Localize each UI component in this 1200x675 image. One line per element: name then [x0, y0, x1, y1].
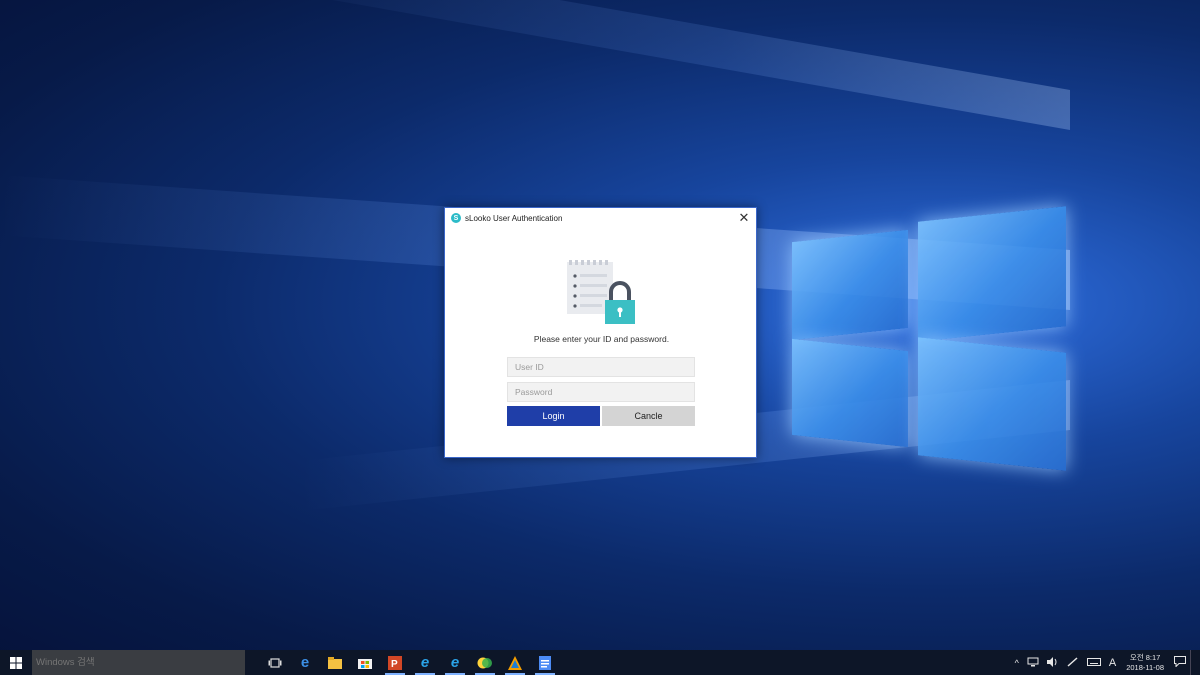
internet-explorer-icon[interactable]: e	[440, 650, 470, 675]
edge-icon[interactable]: e	[290, 650, 320, 675]
system-tray: ^ A 오전 8:17 2018-11-08	[1011, 650, 1200, 675]
windows-search-box[interactable]	[32, 650, 245, 675]
windows-logo-pane	[918, 206, 1066, 342]
user-id-field[interactable]	[507, 357, 695, 377]
chat-app-icon[interactable]	[470, 650, 500, 675]
clock-date: 2018-11-08	[1126, 662, 1164, 672]
document-lock-icon	[567, 260, 635, 324]
cancel-button[interactable]: Cancle	[602, 406, 695, 426]
search-input[interactable]	[36, 657, 236, 668]
login-button[interactable]: Login	[507, 406, 600, 426]
close-button[interactable]: ✕	[736, 210, 752, 226]
internet-explorer-icon[interactable]: e	[410, 650, 440, 675]
ime-indicator[interactable]: A	[1109, 657, 1116, 669]
volume-icon[interactable]	[1046, 656, 1059, 669]
pen-icon[interactable]	[1067, 656, 1079, 669]
notification-icon[interactable]	[1174, 656, 1186, 669]
windows-logo-pane	[792, 229, 908, 341]
login-prompt: Please enter your ID and password.	[533, 334, 670, 344]
show-desktop-button[interactable]	[1190, 650, 1200, 675]
start-button[interactable]	[0, 650, 32, 675]
keyboard-icon[interactable]	[1086, 657, 1101, 669]
windows-logo-pane	[792, 338, 908, 448]
authentication-dialog: S sLooko User Authentication ✕ Please en…	[444, 207, 757, 458]
network-icon[interactable]	[1027, 657, 1039, 669]
windows-start-icon	[10, 656, 22, 669]
paint-app-icon[interactable]	[500, 650, 530, 675]
password-field[interactable]	[507, 382, 695, 402]
clock-time: 오전 8:17	[1129, 652, 1161, 662]
store-icon[interactable]	[350, 650, 380, 675]
file-explorer-icon[interactable]	[320, 650, 350, 675]
slooko-app-icon: S	[451, 213, 461, 223]
clock[interactable]: 오전 8:17 2018-11-08	[1126, 653, 1164, 673]
dialog-title: sLooko User Authentication	[465, 213, 563, 223]
windows-logo-pane	[918, 337, 1066, 471]
taskbar: e P e e ^ A 오전 8:17 2018-11-08	[0, 650, 1200, 675]
chevron-up-icon[interactable]: ^	[1015, 658, 1019, 668]
task-view-icon[interactable]	[260, 650, 290, 675]
powerpoint-icon[interactable]: P	[380, 650, 410, 675]
dialog-titlebar: S sLooko User Authentication	[445, 208, 756, 228]
svg-text:P: P	[391, 659, 398, 670]
document-app-icon[interactable]	[530, 650, 560, 675]
